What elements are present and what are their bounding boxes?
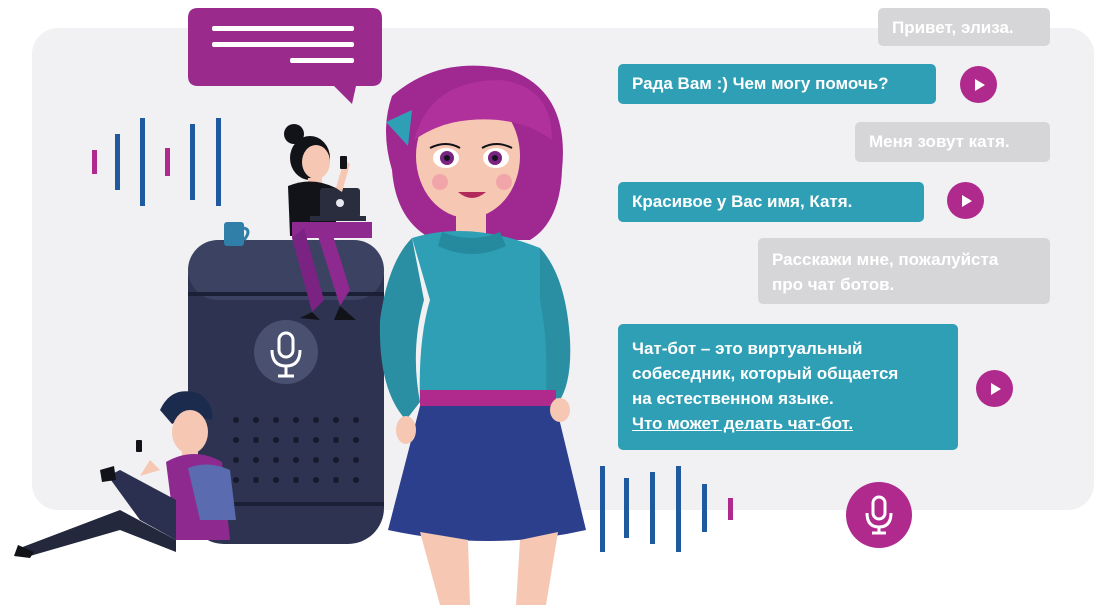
chatbot-capabilities-link[interactable]: Что может делать чат-бот. [632, 411, 944, 436]
play-button[interactable] [976, 370, 1013, 407]
user-message-3: Расскажи мне, пожалуйста про чат ботов. [758, 238, 1050, 304]
microphone-icon [865, 495, 893, 535]
user-message-2: Меня зовут катя. [855, 122, 1050, 162]
play-button[interactable] [960, 66, 997, 103]
message-text: Меня зовут катя. [869, 132, 1010, 151]
message-text-line-1: Расскажи мне, пожалуйста [772, 250, 999, 269]
play-icon [961, 194, 972, 207]
eliza-character [379, 65, 586, 605]
sound-wave-left [92, 118, 221, 206]
speech-bubble-icon [188, 8, 382, 104]
bot-message-3: Чат-бот – это виртуальный собеседник, ко… [618, 324, 958, 450]
man-with-phone [14, 391, 236, 558]
message-text-line-2: про чат ботов. [772, 275, 895, 294]
microphone-button[interactable] [846, 482, 912, 548]
message-text: Красивое у Вас имя, Катя. [632, 192, 853, 211]
message-text: Привет, элиза. [892, 18, 1014, 37]
message-text-line-3: на естественном языке. [632, 389, 834, 408]
message-text-line-2: собеседник, который общается [632, 364, 899, 383]
message-text: Рада Вам :) Чем могу помочь? [632, 74, 889, 93]
play-icon [974, 78, 985, 91]
bot-message-1: Рада Вам :) Чем могу помочь? [618, 64, 936, 104]
user-message-1: Привет, элиза. [878, 8, 1050, 46]
play-button[interactable] [947, 182, 984, 219]
play-icon [990, 382, 1001, 395]
sound-wave-bottom [600, 466, 733, 552]
message-text-line-1: Чат-бот – это виртуальный [632, 339, 863, 358]
bot-message-2: Красивое у Вас имя, Катя. [618, 182, 924, 222]
